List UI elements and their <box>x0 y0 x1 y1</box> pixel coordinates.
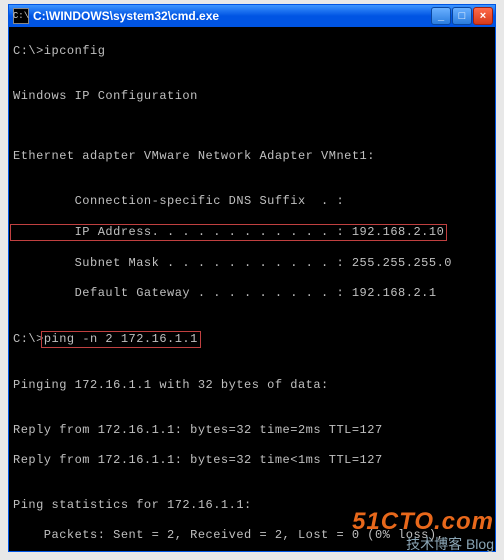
subnet-line: Subnet Mask . . . . . . . . . . . : 255.… <box>13 256 491 271</box>
cmd-icon: C:\ <box>13 8 29 24</box>
ping-stats: Packets: Sent = 2, Received = 2, Lost = … <box>13 528 491 543</box>
terminal-output[interactable]: C:\>ipconfig Windows IP Configuration Et… <box>9 27 495 551</box>
ping-cmd-highlight: ping -n 2 172.16.1.1 <box>41 331 201 348</box>
close-button[interactable]: × <box>473 7 493 25</box>
ping-reply: Reply from 172.16.1.1: bytes=32 time<1ms… <box>13 453 491 468</box>
window-controls: _ □ × <box>431 7 493 25</box>
minimize-button[interactable]: _ <box>431 7 451 25</box>
ipconfig-header: Windows IP Configuration <box>13 89 491 104</box>
ping-stats-header: Ping statistics for 172.16.1.1: <box>13 498 491 513</box>
command-prompt-window: C:\ C:\WINDOWS\system32\cmd.exe _ □ × C:… <box>8 4 496 552</box>
window-title: C:\WINDOWS\system32\cmd.exe <box>33 9 431 23</box>
ip-address-line: IP Address. . . . . . . . . . . . : 192.… <box>13 224 491 241</box>
cmd-line: C:\>ipconfig <box>13 44 491 59</box>
adapter-header: Ethernet adapter VMware Network Adapter … <box>13 149 491 164</box>
gateway-line: Default Gateway . . . . . . . . . : 192.… <box>13 286 491 301</box>
titlebar[interactable]: C:\ C:\WINDOWS\system32\cmd.exe _ □ × <box>9 5 495 27</box>
cmd-line: C:\>ping -n 2 172.16.1.1 <box>13 331 491 348</box>
ping-header: Pinging 172.16.1.1 with 32 bytes of data… <box>13 378 491 393</box>
dns-suffix-line: Connection-specific DNS Suffix . : <box>13 194 491 209</box>
ping-reply: Reply from 172.16.1.1: bytes=32 time=2ms… <box>13 423 491 438</box>
maximize-button[interactable]: □ <box>452 7 472 25</box>
ip-highlight-box: IP Address. . . . . . . . . . . . : 192.… <box>10 224 447 241</box>
